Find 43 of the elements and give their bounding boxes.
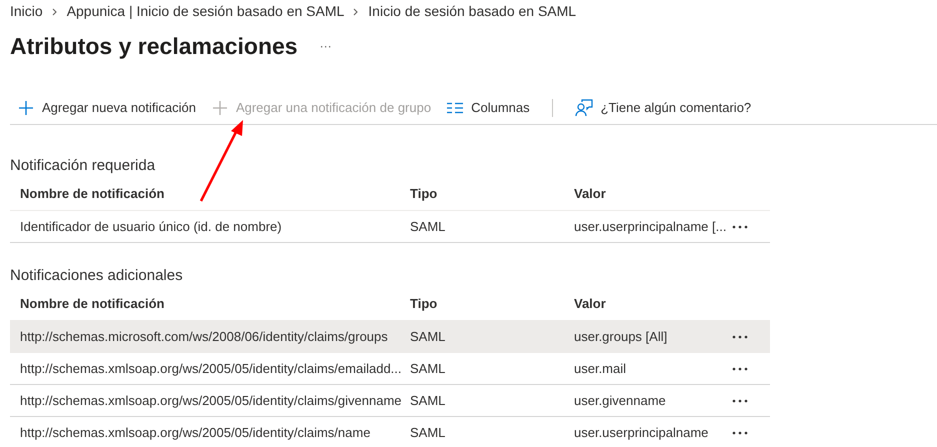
more-icon[interactable] (732, 366, 748, 370)
list-icon (447, 102, 464, 114)
feedback-icon (574, 98, 593, 116)
column-header: Valor (574, 184, 606, 203)
table-cell-text: SAML (410, 328, 446, 346)
table-cell-text: SAML (410, 360, 446, 378)
more-icon[interactable] (732, 398, 748, 402)
more-icon[interactable] (732, 334, 748, 338)
column-header: Nombre de notificación (19, 184, 166, 203)
table-cell-text: user.givenname (574, 392, 667, 410)
breadcrumb-link[interactable]: Appunica | Inicio de sesión basado en SAML (66, 1, 344, 22)
table-cell-text: Identificador de usuario único (id. de nombre) (19, 218, 283, 236)
table-cell-text: http://schemas.xmlsoap.org/ws/2005/05/identity/claims/givenname (19, 392, 403, 410)
section-heading: Notificación requerida (10, 156, 156, 176)
page-title: Atributos y reclamaciones (10, 32, 298, 61)
table-cell-text: http://schemas.xmlsoap.org/ws/2005/05/identity/claims/name (19, 424, 372, 442)
feedback-button[interactable]: ¿Tiene algún comentario? (566, 94, 760, 122)
table-cell-text: SAML (410, 392, 446, 410)
table-cell-text: user.userprincipalname [... (574, 218, 728, 236)
table-row[interactable]: http://schemas.microsoft.com/ws/2008/06/identity/claims/groups SAML user.groups [All] (10, 321, 770, 353)
columns-button[interactable]: Columnas (439, 94, 538, 122)
table-cell-text: user.groups [All] (574, 328, 668, 346)
breadcrumb-link[interactable]: Inicio (10, 1, 43, 22)
chevron-icon (353, 8, 360, 16)
more-icon[interactable] (732, 224, 748, 228)
column-header: Tipo (410, 184, 438, 203)
more-icon[interactable] (732, 430, 748, 434)
table-cell-text: user.mail (574, 360, 628, 378)
column-header: Valor (574, 294, 606, 313)
table-cell-text: http://schemas.xmlsoap.org/ws/2005/05/identity/claims/emailadd... (19, 360, 403, 378)
column-header: Tipo (410, 294, 438, 313)
table-cell-text: SAML (410, 424, 446, 442)
table-cell-text: http://schemas.microsoft.com/ws/2008/06/identity/claims/groups (19, 328, 389, 346)
more-button[interactable]: ··· (320, 37, 332, 55)
section-heading: Notificaciones adicionales (10, 266, 184, 286)
plus-icon (18, 100, 34, 116)
column-header: Nombre de notificación (19, 294, 166, 313)
table-cell-text: user.userprincipalname (574, 424, 710, 442)
chevron-icon (52, 8, 58, 16)
breadcrumb-link[interactable]: Inicio de sesión basado en SAML (368, 1, 576, 22)
table-cell-text: SAML (410, 218, 446, 236)
plus-icon (212, 100, 228, 116)
add-button[interactable]: Agregar nueva notificación (10, 94, 204, 122)
